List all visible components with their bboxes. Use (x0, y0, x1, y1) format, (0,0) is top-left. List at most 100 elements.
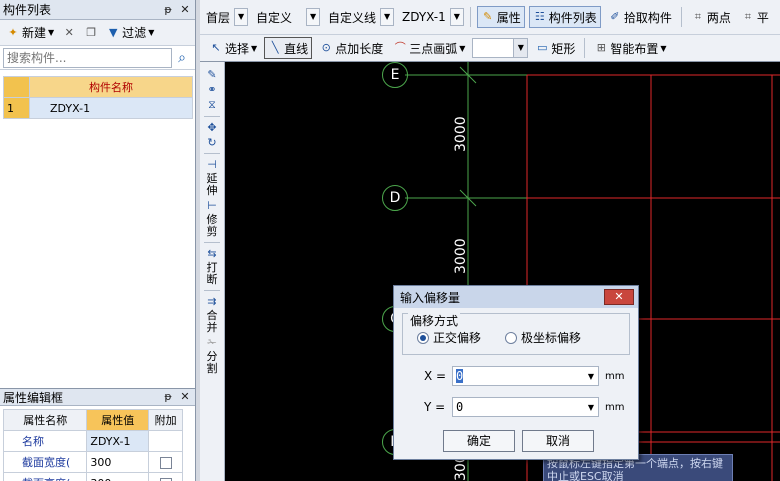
toolbar-divider (584, 38, 586, 58)
pin-icon[interactable]: ᵽ (161, 390, 175, 404)
delete-button[interactable]: ✕ (59, 23, 79, 43)
parallel-icon: ⌗ (744, 10, 751, 23)
merge-icon: ⇉ (207, 295, 217, 308)
smart-layout-button[interactable]: ⊞ 智能布置 ▼ (591, 37, 669, 59)
x-offset-input[interactable]: 0 ▼ (452, 366, 599, 386)
property-name: 名称 (2, 430, 88, 452)
property-extra-cell (148, 430, 183, 452)
ortho-offset-radio[interactable]: 正交偏移 (417, 329, 481, 346)
component-list-title: 构件列表 (3, 3, 52, 17)
rotate-icon[interactable]: ↻ (202, 136, 222, 149)
mirror-copy-icon[interactable]: ⚭ (202, 83, 222, 96)
arc-option-select[interactable]: ▼ (472, 38, 529, 58)
chevron-down-icon: ▼ (660, 43, 667, 53)
property-value[interactable]: ZDYX-1 (86, 430, 150, 452)
polar-offset-radio[interactable]: 极坐标偏移 (505, 329, 581, 346)
extra-checkbox[interactable] (159, 456, 172, 469)
mirror-icon[interactable]: ⧖ (202, 98, 222, 112)
property-table-header: 属性名称 属性值 附加 (2, 409, 183, 431)
filter-button[interactable]: ▼ 过滤 ▼ (103, 23, 157, 43)
pick-component-button[interactable]: ✐ 拾取构件 (605, 6, 675, 28)
line-label: 直线 (284, 41, 309, 56)
component-name-cell[interactable]: ZDYX-1 (29, 97, 193, 119)
property-value[interactable]: 300 (86, 472, 150, 481)
extra-checkbox[interactable] (159, 477, 172, 481)
merge-button[interactable]: 合 并 (204, 310, 220, 334)
x-unit-label: mm (605, 370, 625, 382)
axis-label-d: D (382, 185, 408, 211)
pick-component-label: 拾取构件 (623, 10, 672, 25)
two-point-icon: ⌗ (694, 10, 701, 23)
table-row[interactable]: 截面宽度( 300 (2, 451, 183, 473)
y-offset-input[interactable]: 0 ▼ (452, 397, 599, 417)
search-icon[interactable]: ⌕ (172, 48, 192, 68)
extend-button[interactable]: 延 伸 (204, 173, 220, 197)
new-button[interactable]: ✦ 新建 ▼ (3, 23, 57, 43)
offset-mode-label: 偏移方式 (408, 312, 461, 329)
parallel-button[interactable]: ⌗ 平 (738, 6, 772, 28)
attribute-button[interactable]: ✎ 属性 (476, 6, 525, 28)
category-select[interactable]: 自定义 ▼ (256, 7, 321, 27)
new-button-label: 新建 (22, 26, 47, 40)
category-value: 自定义 (256, 10, 293, 25)
type-select[interactable]: 自定义线 ▼ (328, 7, 395, 27)
component-value: ZDYX-1 (402, 10, 446, 24)
table-row[interactable]: 名称 ZDYX-1 (2, 430, 183, 452)
two-point-button[interactable]: ⌗ 两点 (688, 6, 734, 28)
main-toolbar: 首层 ▼ 自定义 ▼ 自定义线 ▼ ZDYX-1 ▼ ✎ 属性 ☷ 构件列表 ✐… (200, 0, 780, 35)
move-icon[interactable]: ✥ (202, 121, 222, 134)
trim-icon: ⊢ (207, 199, 217, 212)
chevron-down-icon: ▼ (513, 39, 528, 57)
split-button[interactable]: 分 割 (204, 351, 220, 375)
component-list-titlebar: 构件列表 ᵽ ✕ (0, 0, 195, 20)
pin-icon[interactable]: ᵽ (161, 3, 175, 17)
property-extra-header: 附加 (148, 409, 183, 431)
chevron-down-icon[interactable]: ▼ (584, 403, 598, 412)
component-list-toggle-button[interactable]: ☷ 构件列表 (528, 6, 601, 28)
split-char-2: 割 (206, 362, 218, 375)
trim-char-2: 剪 (206, 225, 218, 238)
component-search-input[interactable] (3, 47, 172, 68)
close-icon[interactable]: ✕ (178, 3, 192, 17)
dimension-label: 3000 (453, 238, 469, 274)
select-label: 选择 (225, 41, 250, 56)
copy-button[interactable]: ❐ (81, 23, 101, 43)
select-button[interactable]: ↖ 选择 ▼ (206, 37, 260, 59)
property-name: 截面高度( (2, 472, 88, 481)
point-length-button[interactable]: ⊙ 点加长度 (316, 37, 386, 59)
rectangle-button[interactable]: ▭ 矩形 (532, 37, 578, 59)
property-table: 属性名称 属性值 附加 名称 ZDYX-1 截面宽度( 300 截面高度( 30… (2, 409, 183, 481)
table-row[interactable]: 截面高度( 300 (2, 472, 183, 481)
property-value[interactable]: 300 (86, 451, 150, 473)
chevron-down-icon[interactable]: ▼ (584, 372, 598, 381)
chevron-down-icon: ▼ (380, 8, 395, 26)
chevron-down-icon: ▼ (459, 43, 466, 53)
floor-select[interactable]: 首层 ▼ (206, 7, 249, 27)
offset-mode-options: 正交偏移 极坐标偏移 (417, 329, 581, 346)
property-panel-titlebar: 属性编辑框 ᵽ ✕ (0, 389, 195, 406)
property-name: 截面宽度( (2, 451, 88, 473)
break-button[interactable]: 打 断 (204, 262, 220, 286)
edit-tool-strip: ✎ ⚭ ⧖ ✥ ↻ ⊣ 延 伸 ⊢ 修 剪 ⇆ 打 断 ⇉ 合 并 ✁ 分 割 (200, 62, 225, 481)
line-button[interactable]: ╲ 直线 (264, 37, 313, 59)
x-offset-value: 0 (456, 369, 464, 383)
smart-layout-label: 智能布置 (610, 41, 659, 56)
ok-button[interactable]: 确定 (443, 430, 515, 452)
table-row[interactable]: 1 ZDYX-1 (3, 97, 193, 119)
brush-icon[interactable]: ✎ (202, 68, 222, 81)
radio-unselected-icon (505, 331, 518, 344)
component-select[interactable]: ZDYX-1 ▼ (402, 7, 464, 27)
component-list-toolbar: ✦ 新建 ▼ ✕ ❐ ▼ 过滤 ▼ (0, 20, 195, 46)
trim-button[interactable]: 修 剪 (204, 214, 220, 238)
three-point-arc-label: 三点画弧 (409, 41, 458, 56)
attribute-icon: ✎ (483, 10, 493, 23)
three-point-arc-button[interactable]: ⌒ 三点画弧 ▼ (390, 37, 468, 59)
dialog-titlebar[interactable]: 输入偏移量 ✕ (394, 286, 638, 308)
dialog-close-button[interactable]: ✕ (604, 289, 634, 305)
close-icon[interactable]: ✕ (178, 390, 192, 404)
filter-button-label: 过滤 (122, 26, 147, 40)
tool-divider (204, 290, 220, 291)
point-length-icon: ⊙ (321, 41, 331, 54)
cancel-button[interactable]: 取消 (522, 430, 594, 452)
arc-icon: ⌒ (394, 41, 406, 54)
